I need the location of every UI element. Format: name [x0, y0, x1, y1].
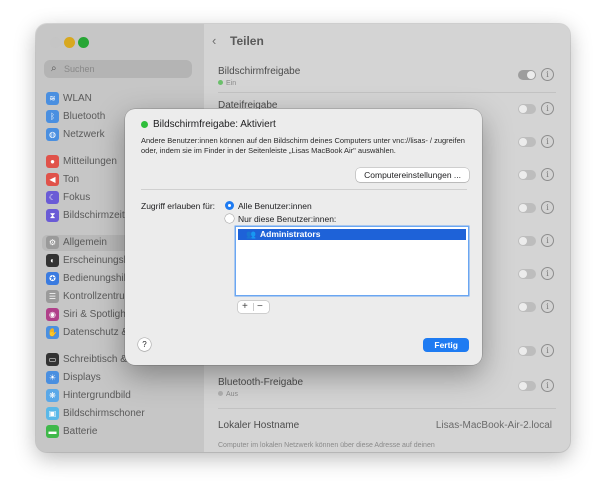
user-list[interactable]: 👥 Administrators — [236, 227, 468, 295]
file-sharing-toggle[interactable] — [518, 104, 536, 114]
access-label: Zugriff erlauben für: — [141, 201, 216, 211]
info-icon[interactable]: i — [541, 68, 554, 81]
search-placeholder: Suchen — [64, 64, 95, 74]
sidebar-item-wlan[interactable]: ≋ WLAN — [46, 91, 196, 107]
sharing-toggle[interactable] — [518, 269, 536, 279]
row-status: Aus — [218, 391, 238, 398]
screen-sharing-dialog: Bildschirmfreigabe: Aktiviert Andere Ben… — [125, 109, 482, 365]
globe-icon: ◍ — [46, 128, 59, 141]
row-title: Bildschirmfreigabe — [218, 66, 301, 77]
dialog-divider — [141, 189, 467, 190]
sidebar-item-label: Bildschirmzeit — [63, 210, 125, 221]
sidebar-item-displays[interactable]: ☀ Displays — [46, 370, 196, 386]
sidebar-item-bildschirmschoner[interactable]: ▣ Bildschirmschoner — [46, 406, 196, 422]
dock-icon: ▭ — [46, 353, 59, 366]
search-icon: ⌕ — [51, 63, 57, 74]
row-divider — [218, 408, 556, 409]
sidebar-item-label: Fokus — [63, 192, 91, 203]
wallpaper-icon: ❋ — [46, 389, 59, 402]
sidebar-item-label: Kontrollzentrum — [63, 291, 134, 302]
bluetooth-sharing-toggle[interactable] — [518, 381, 536, 391]
computer-settings-button[interactable]: Computereinstellungen ... — [356, 168, 469, 182]
list-item[interactable]: 👥 Administrators — [238, 229, 466, 240]
row-status-text: Ein — [226, 80, 237, 87]
speaker-icon: ◀ — [46, 173, 59, 186]
info-icon[interactable]: i — [541, 344, 554, 357]
radio-all-users[interactable] — [225, 201, 234, 210]
info-icon[interactable]: i — [541, 234, 554, 247]
info-icon[interactable]: i — [541, 379, 554, 392]
info-icon[interactable]: i — [541, 201, 554, 214]
help-button[interactable]: ? — [138, 338, 151, 351]
screensaver-icon: ▣ — [46, 407, 59, 420]
remove-user-button[interactable]: − — [257, 301, 263, 313]
sidebar-item-label: Mitteilungen — [63, 156, 117, 167]
status-dot — [218, 80, 223, 85]
siri-icon: ◉ — [46, 308, 59, 321]
sidebar-item-label: Netzwerk — [63, 129, 105, 140]
battery-icon: ▬ — [46, 425, 59, 438]
status-dot — [218, 391, 223, 396]
row-status: Ein — [218, 80, 236, 87]
moon-icon: ☾ — [46, 191, 59, 204]
bell-icon: ● — [46, 155, 59, 168]
hand-icon: ✋ — [46, 326, 59, 339]
users-group-icon: 👥 — [246, 230, 256, 239]
page-title: Teilen — [230, 34, 264, 48]
sidebar-item-batterie[interactable]: ▬ Batterie — [46, 424, 196, 440]
hostname-description: Computer im lokalen Netzwerk können über… — [218, 442, 435, 449]
hourglass-icon: ⧗ — [46, 209, 59, 222]
sidebar-item-label: Batterie — [63, 426, 98, 437]
chevron-left-icon[interactable]: ‹ — [212, 33, 216, 48]
minimize-window-button[interactable] — [64, 37, 75, 48]
sidebar-item-label: Siri & Spotlight — [63, 309, 129, 320]
add-user-button[interactable]: + — [242, 301, 248, 313]
add-remove-control: + − — [238, 301, 269, 313]
row-divider — [218, 92, 556, 93]
add-remove-divider — [253, 303, 254, 311]
appearance-icon: ◐ — [46, 254, 59, 267]
info-icon[interactable]: i — [541, 168, 554, 181]
sidebar-item-label: Allgemein — [63, 237, 107, 248]
radio-only-these-users[interactable] — [225, 214, 234, 223]
sidebar-item-hintergrundbild[interactable]: ❋ Hintergrundbild — [46, 388, 196, 404]
sharing-toggle[interactable] — [518, 302, 536, 312]
wifi-icon: ≋ — [46, 92, 59, 105]
dialog-title: Bildschirmfreigabe: Aktiviert — [153, 119, 276, 130]
done-button[interactable]: Fertig — [423, 338, 469, 352]
row-status-text: Aus — [226, 391, 239, 398]
sidebar-item-label: Hintergrundbild — [63, 390, 131, 401]
gear-icon: ⚙ — [46, 236, 59, 249]
row-title: Bluetooth-Freigabe — [218, 377, 304, 388]
info-icon[interactable]: i — [541, 267, 554, 280]
sidebar-item-label: Displays — [63, 372, 101, 383]
accessibility-icon: ✪ — [46, 272, 59, 285]
sidebar-item-label: Bildschirmschoner — [63, 408, 145, 419]
user-name: Administrators — [260, 229, 321, 239]
sidebar-item-label: Bluetooth — [63, 111, 106, 122]
sharing-toggle[interactable] — [518, 137, 536, 147]
close-window-button[interactable] — [50, 37, 61, 48]
sharing-toggle[interactable] — [518, 203, 536, 213]
dialog-description: Andere Benutzer:innen können auf den Bil… — [141, 136, 465, 155]
hostname-value: Lisas-MacBook-Air-2.local — [435, 420, 552, 431]
bluetooth-icon: ᛒ — [46, 110, 59, 123]
sharing-toggle[interactable] — [518, 236, 536, 246]
hostname-label: Lokaler Hostname — [218, 420, 300, 431]
radio-all-users-label[interactable]: Alle Benutzer:innen — [238, 201, 312, 211]
sharing-toggle[interactable] — [518, 346, 536, 356]
screen-sharing-toggle[interactable] — [518, 70, 536, 80]
radio-only-these-users-label[interactable]: Nur diese Benutzer:innen: — [238, 214, 336, 224]
sun-icon: ☀ — [46, 371, 59, 384]
sharing-toggle[interactable] — [518, 170, 536, 180]
status-indicator — [141, 121, 148, 128]
sidebar-item-label: Ton — [63, 174, 80, 185]
control-center-icon: ☰ — [46, 290, 59, 303]
info-icon[interactable]: i — [541, 135, 554, 148]
zoom-window-button[interactable] — [78, 37, 89, 48]
info-icon[interactable]: i — [541, 102, 554, 115]
info-icon[interactable]: i — [541, 300, 554, 313]
search-input[interactable]: ⌕ Suchen — [44, 60, 192, 78]
sidebar-item-label: WLAN — [63, 93, 92, 104]
